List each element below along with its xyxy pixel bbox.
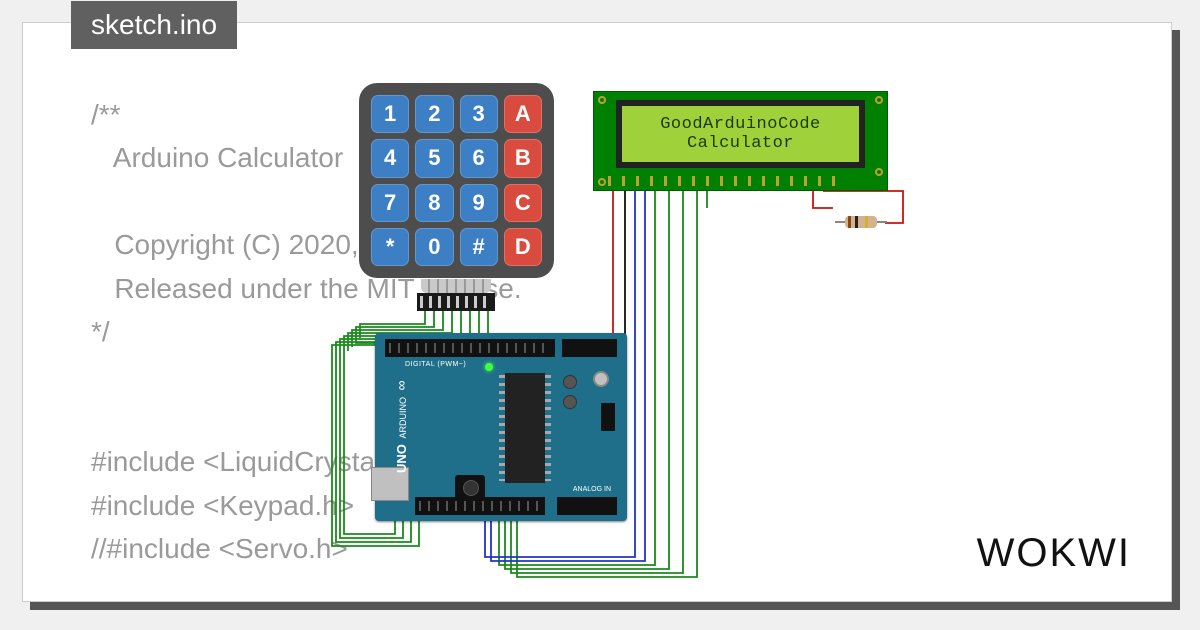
keypad-key-6[interactable]: 6 (460, 139, 498, 177)
keypad-key-1[interactable]: 1 (371, 95, 409, 133)
keypad-key-0[interactable]: 0 (415, 228, 453, 266)
icsp-header (601, 403, 615, 431)
analog-label: ANALOG IN (573, 486, 611, 493)
keypad-key-5[interactable]: 5 (415, 139, 453, 177)
analog-pin-header (557, 497, 617, 515)
keypad-key-9[interactable]: 9 (460, 184, 498, 222)
lcd-screen: GoodArduinoCode Calculator (616, 100, 865, 168)
keypad-key-2[interactable]: 2 (415, 95, 453, 133)
preview-card: sketch.ino /** Arduino Calculator Copyri… (22, 22, 1172, 602)
reset-button[interactable] (593, 371, 609, 387)
keypad-key-4[interactable]: 4 (371, 139, 409, 177)
keypad-connector (413, 279, 499, 311)
resistor[interactable] (835, 216, 887, 228)
keypad-key-#[interactable]: # (460, 228, 498, 266)
keypad-key-*[interactable]: * (371, 228, 409, 266)
lcd-1602[interactable]: GoodArduinoCode Calculator (593, 91, 888, 191)
power-led (485, 363, 493, 371)
board-name: UNO ARDUINO ∞ (393, 380, 409, 473)
keypad-key-B[interactable]: B (504, 139, 542, 177)
lcd-line-2: Calculator (687, 134, 794, 153)
digital-pin-header-2 (562, 339, 617, 357)
keypad-key-C[interactable]: C (504, 184, 542, 222)
atmega-chip (505, 373, 545, 483)
digital-pin-header (385, 339, 555, 357)
capacitor (563, 375, 577, 389)
file-tab[interactable]: sketch.ino (71, 1, 237, 49)
power-pin-header (415, 497, 545, 515)
wokwi-logo: WOKWI (977, 531, 1131, 576)
keypad-key-8[interactable]: 8 (415, 184, 453, 222)
keypad-key-A[interactable]: A (504, 95, 542, 133)
digital-label: DIGITAL (PWM~) (405, 361, 466, 368)
lcd-line-1: GoodArduinoCode (660, 115, 821, 134)
arduino-uno[interactable]: DIGITAL (PWM~) ANALOG IN UNO ARDUINO ∞ (375, 333, 627, 521)
keypad-4x4[interactable]: 123A 456B 789C *0#D (359, 83, 554, 278)
keypad-key-3[interactable]: 3 (460, 95, 498, 133)
capacitor (563, 395, 577, 409)
circuit-diagram: 123A 456B 789C *0#D GoodArduinoCode Calcula… (313, 83, 933, 623)
keypad-key-D[interactable]: D (504, 228, 542, 266)
keypad-key-7[interactable]: 7 (371, 184, 409, 222)
barrel-jack (455, 475, 485, 499)
lcd-pin-header (608, 176, 837, 186)
